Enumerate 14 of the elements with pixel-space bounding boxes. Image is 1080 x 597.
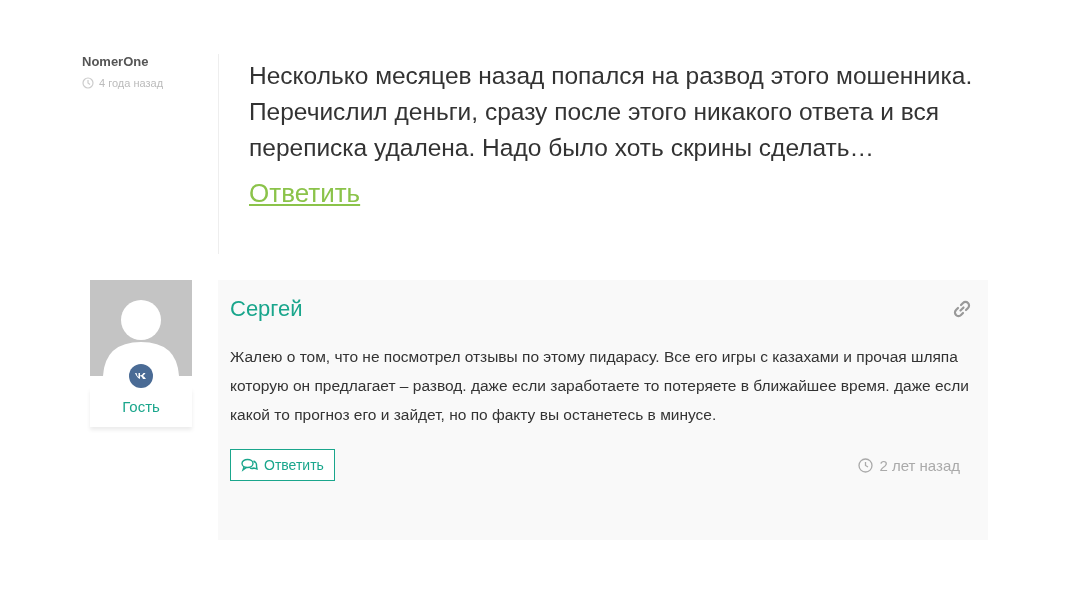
chat-icon xyxy=(241,458,258,472)
comment-text: Несколько месяцев назад попался на развод этого мошенника. Перечислил деньги, сразу после этого никакого ответа и вся переписка удалена. Надо было хоть скрины сделать… xyxy=(249,61,974,163)
reply-button[interactable]: Ответить xyxy=(230,449,335,481)
vk-icon xyxy=(129,364,153,388)
clock-icon xyxy=(82,77,94,89)
comment-text: Жалею о том, что не посмотрел отзывы по этому пидарасу. Все его игры с казахами и прочая шляпа которую он предлагает – развод. даже если заработаете то потеряете в ближайшее время. даже если какой то прогноз его и зайдет, но по факту вы останетесь в минусе. xyxy=(230,347,970,425)
comment-time: 2 лет назад xyxy=(879,456,960,474)
author-name: Сергей xyxy=(230,296,303,322)
clock-icon xyxy=(858,457,874,473)
guest-badge: Гость xyxy=(90,388,192,427)
link-icon[interactable] xyxy=(952,299,972,319)
reply-link[interactable]: Ответить xyxy=(249,178,361,209)
author-name: NomerOne xyxy=(82,54,150,69)
comment-time: 4 года назад xyxy=(99,77,164,89)
